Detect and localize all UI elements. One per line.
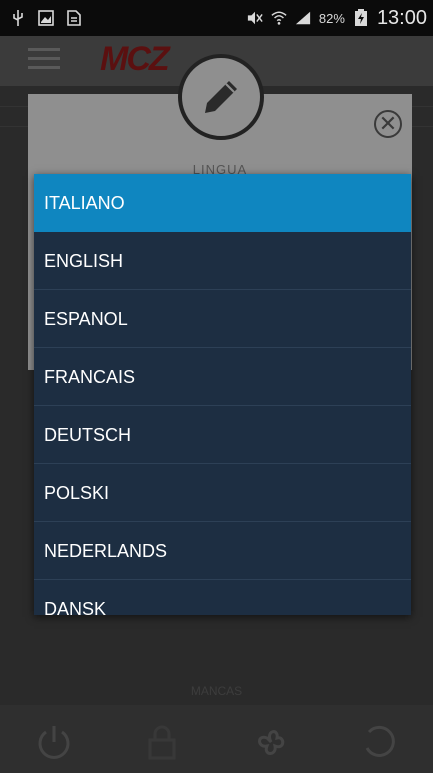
edit-pencil-icon xyxy=(178,54,264,140)
language-option-dansk[interactable]: DANSK xyxy=(34,580,411,638)
menu-icon[interactable] xyxy=(28,48,60,70)
wifi-icon xyxy=(271,10,287,26)
document-icon xyxy=(66,10,82,26)
signal-icon xyxy=(295,10,311,26)
power-icon[interactable] xyxy=(32,720,76,764)
language-option-italiano[interactable]: ITALIANO xyxy=(34,174,411,232)
mute-icon xyxy=(247,10,263,26)
language-option-espanol[interactable]: ESPANOL xyxy=(34,290,411,348)
fan-icon[interactable] xyxy=(249,720,293,764)
language-option-francais[interactable]: FRANCAIS xyxy=(34,348,411,406)
battery-percent: 82% xyxy=(318,10,345,26)
status-bar-system: 82% 13:00 xyxy=(247,7,427,30)
language-option-deutsch[interactable]: DEUTSCH xyxy=(34,406,411,464)
lock-icon[interactable] xyxy=(140,720,184,764)
brand-logo: MCZ xyxy=(100,40,170,78)
image-icon xyxy=(38,10,54,26)
language-option-nederlands[interactable]: NEDERLANDS xyxy=(34,522,411,580)
close-icon[interactable]: ✕ xyxy=(374,110,402,138)
bottom-actions xyxy=(0,720,433,764)
refresh-icon[interactable] xyxy=(357,720,401,764)
language-option-polski[interactable]: POLSKI xyxy=(34,464,411,522)
clock: 13:00 xyxy=(376,6,427,29)
status-bar-notifications xyxy=(10,10,82,26)
language-dropdown: ITALIANO ENGLISH ESPANOL FRANCAIS DEUTSC… xyxy=(34,174,411,619)
status-bar: 82% 13:00 xyxy=(0,0,433,36)
battery-charging-icon xyxy=(353,9,369,26)
bottom-label: MANCAS xyxy=(190,684,243,698)
language-option-english[interactable]: ENGLISH xyxy=(34,232,411,290)
usb-icon xyxy=(10,10,26,26)
